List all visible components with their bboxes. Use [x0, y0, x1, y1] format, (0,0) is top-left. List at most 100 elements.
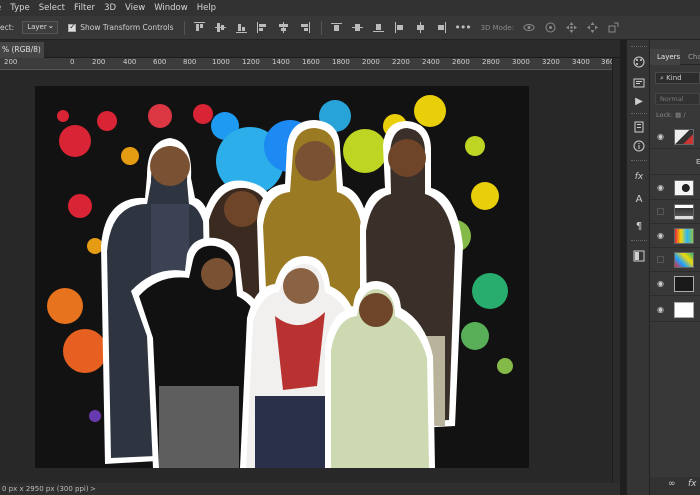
- layer-row[interactable]: [650, 248, 700, 272]
- search-icon: ⌕: [660, 74, 664, 82]
- ruler-tick: 1800: [332, 58, 350, 66]
- info-circle-icon[interactable]: [631, 140, 647, 154]
- panel-grip[interactable]: [631, 240, 647, 242]
- layer-row[interactable]: ◉: [650, 224, 700, 248]
- menu-window[interactable]: Window: [154, 3, 188, 13]
- layer-row[interactable]: [650, 200, 700, 224]
- status-bar: 0 px x 2950 px (300 ppi) >: [0, 483, 620, 495]
- layer-row[interactable]: ◉: [650, 272, 700, 296]
- ruler-tick: 400: [123, 58, 137, 66]
- auto-select-dropdown[interactable]: Layer: [22, 20, 59, 34]
- family-photo-artwork: [35, 86, 529, 468]
- layers-panel: Layers Cha ⌕ Kind Normal Lock: ▦ / ◉ E ◉…: [650, 40, 700, 495]
- distribute-hcenter-icon[interactable]: [415, 22, 427, 34]
- canvas-area[interactable]: [0, 70, 612, 483]
- show-transform-checkbox[interactable]: [68, 22, 77, 32]
- ruler-tick: 800: [183, 58, 197, 66]
- roll-3d-icon[interactable]: [544, 22, 556, 34]
- visibility-toggle-box[interactable]: [657, 256, 664, 263]
- palette-icon[interactable]: [631, 56, 647, 70]
- align-bottom-icon[interactable]: [236, 22, 248, 34]
- panel-grip[interactable]: [631, 160, 647, 162]
- layer-thumbnail: [674, 204, 694, 220]
- layer-thumbnail: [674, 302, 694, 318]
- ruler-tick: 2400: [422, 58, 440, 66]
- 3d-mode-label: 3D Mode:: [480, 23, 515, 32]
- menu-help[interactable]: Help: [197, 3, 216, 13]
- align-hcenter-icon[interactable]: [278, 22, 290, 34]
- menu-filter[interactable]: Filter: [74, 3, 95, 13]
- tab-layers[interactable]: Layers: [650, 49, 680, 65]
- panel-grip[interactable]: [631, 113, 647, 115]
- options-bar: ect: Layer Show Transform Controls ••• 3…: [0, 16, 700, 40]
- ruler-tick: 1400: [272, 58, 290, 66]
- status-menu-arrow[interactable]: >: [90, 483, 96, 495]
- ruler-tick: 1000: [212, 58, 230, 66]
- effects-letter: E: [696, 158, 700, 166]
- divider: [183, 20, 185, 35]
- align-right-icon[interactable]: [299, 22, 311, 34]
- pan-3d-icon[interactable]: [565, 22, 577, 34]
- visibility-eye-icon[interactable]: ◉: [657, 183, 664, 192]
- divider: [320, 20, 322, 35]
- styles-fx-icon[interactable]: fx: [631, 170, 647, 184]
- layer-row[interactable]: ◉: [650, 125, 700, 149]
- menu-select[interactable]: Select: [39, 3, 65, 13]
- tab-channels[interactable]: Cha: [688, 49, 700, 65]
- lock-brush-icon[interactable]: /: [683, 111, 685, 119]
- visibility-eye-icon[interactable]: ◉: [657, 231, 664, 240]
- ruler-tick: 200: [92, 58, 106, 66]
- scale-3d-icon[interactable]: [607, 22, 619, 34]
- info-icon[interactable]: [631, 77, 647, 91]
- menu-3d[interactable]: 3D: [104, 3, 116, 13]
- orbit-3d-icon[interactable]: [523, 22, 535, 34]
- panel-grip[interactable]: [631, 46, 647, 48]
- link-layers-icon[interactable]: ∞: [668, 479, 676, 489]
- visibility-eye-icon[interactable]: ◉: [657, 305, 664, 314]
- layer-row[interactable]: ◉: [650, 176, 700, 200]
- document-tab[interactable]: % (RGB/8): [0, 42, 44, 58]
- layer-thumbnail: [674, 252, 694, 268]
- layer-thumbnail: [674, 228, 694, 244]
- play-actions-icon[interactable]: ▶: [631, 95, 647, 109]
- lock-pixels-icon[interactable]: ▦: [675, 111, 681, 119]
- visibility-eye-icon[interactable]: ◉: [657, 279, 664, 288]
- align-left-icon[interactable]: [257, 22, 269, 34]
- layer-row[interactable]: E: [650, 150, 700, 175]
- canvas-scrollbar[interactable]: [612, 58, 620, 483]
- align-vcenter-icon[interactable]: [215, 22, 227, 34]
- slide-3d-icon[interactable]: [586, 22, 598, 34]
- document-tab-bar: % (RGB/8): [0, 40, 620, 58]
- gradient-icon[interactable]: [631, 250, 647, 264]
- menu-view[interactable]: View: [125, 3, 145, 13]
- paragraph-icon[interactable]: ¶: [631, 220, 647, 234]
- blend-mode-select[interactable]: Normal: [655, 93, 700, 105]
- panel-tabs: Layers Cha: [650, 49, 700, 65]
- add-style-fx-icon[interactable]: fx: [688, 479, 697, 489]
- ruler-tick: 3200: [542, 58, 560, 66]
- distribute-left-icon[interactable]: [394, 22, 406, 34]
- panel-icon-strip: ▶ fx A ¶: [626, 40, 650, 495]
- visibility-toggle-box[interactable]: [657, 208, 664, 215]
- layers-panel-footer: ∞ fx: [650, 477, 700, 495]
- distribute-top-icon[interactable]: [331, 22, 343, 34]
- lock-label: Lock: ▦ /: [656, 111, 686, 119]
- ruler-tick: 1600: [302, 58, 320, 66]
- menu-bar: e Type Select Filter 3D View Window Help: [0, 0, 700, 16]
- menu-edit[interactable]: e: [0, 3, 1, 13]
- horizontal-ruler: 200 0 200 400 600 800 1000 1200 1400 160…: [0, 58, 612, 70]
- distribute-bottom-icon[interactable]: [373, 22, 385, 34]
- more-options-icon[interactable]: •••: [454, 21, 471, 34]
- visibility-eye-icon[interactable]: ◉: [657, 132, 664, 141]
- ruler-tick: 600: [153, 58, 167, 66]
- distribute-right-icon[interactable]: [436, 22, 448, 34]
- layer-row[interactable]: ◉: [650, 298, 700, 322]
- layer-filter-kind[interactable]: ⌕ Kind: [655, 72, 700, 84]
- align-top-icon[interactable]: [194, 22, 206, 34]
- distribute-vcenter-icon[interactable]: [352, 22, 364, 34]
- document-image[interactable]: [35, 86, 529, 468]
- menu-type[interactable]: Type: [10, 3, 30, 13]
- character-icon[interactable]: A: [631, 193, 647, 207]
- properties-icon[interactable]: [631, 121, 647, 135]
- ruler-tick: 3600: [601, 58, 612, 66]
